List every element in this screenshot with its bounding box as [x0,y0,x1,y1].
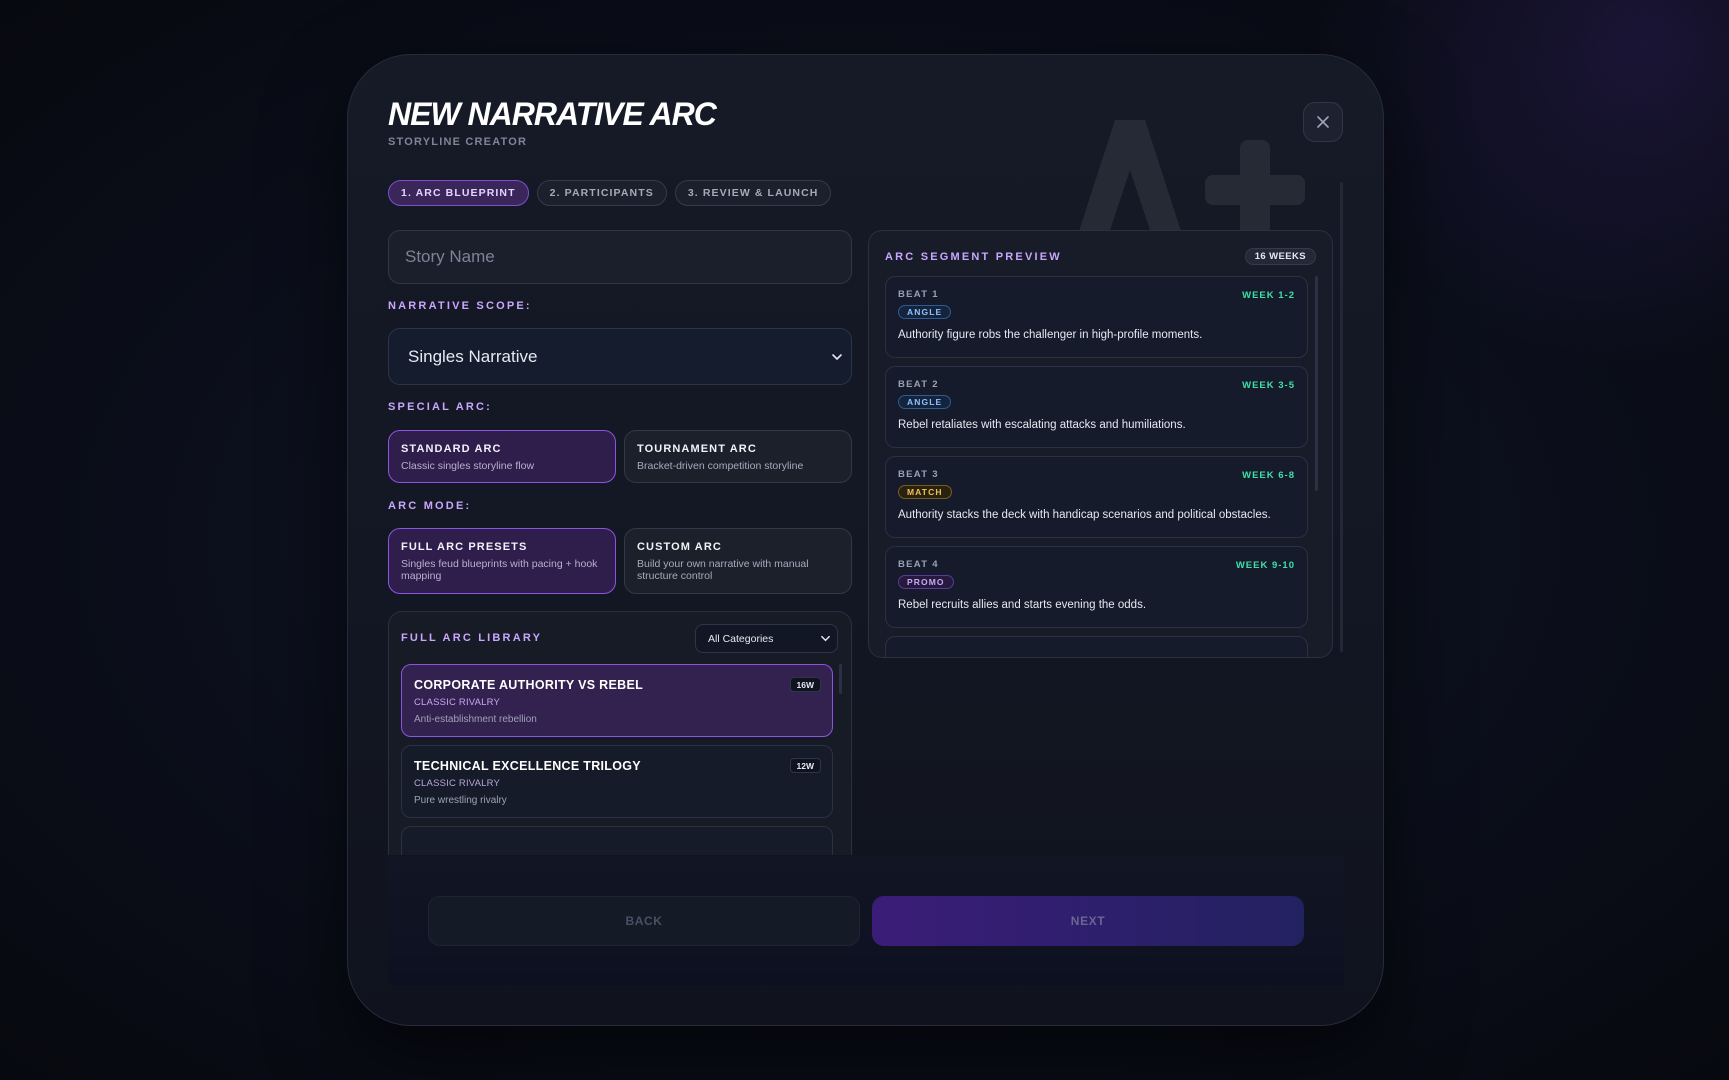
weeks-badge: 16W [789,677,821,692]
option-title: STANDARD ARC [401,443,502,455]
arc-category: CLASSIC RIVALRY [414,697,501,708]
beat-week: WEEK 1-2 [1242,290,1295,301]
option-desc: Classic singles storyline flow [401,460,535,472]
step-review-launch[interactable]: 3. REVIEW & LAUNCH [674,180,832,206]
beat-list: BEAT 1 WEEK 1-2 ANGLE Authority figure r… [885,276,1308,657]
arc-segment-preview-panel: ARC SEGMENT PREVIEW 16 WEEKS BEAT 1 WEEK… [868,230,1333,658]
beat-card: BEAT 4 WEEK 9-10 PROMO Rebel recruits al… [885,546,1308,628]
segment-tag: ANGLE [898,305,952,319]
arc-title: TECHNICAL EXCELLENCE TRILOGY [414,759,641,773]
preview-label: ARC SEGMENT PREVIEW [885,251,1062,263]
option-desc: Build your own narrative with manual str… [637,558,809,582]
duration-badge: 16 WEEKS [1244,248,1316,265]
segment-tag: ANGLE [898,395,952,409]
beat-card: BEAT 2 WEEK 3-5 ANGLE Rebel retaliates w… [885,366,1308,448]
step-participants[interactable]: 2. PARTICIPANTS [536,180,667,206]
arc-category: CLASSIC RIVALRY [414,778,501,789]
option-title: TOURNAMENT ARC [637,443,757,455]
list-item[interactable] [401,826,833,855]
beat-week: WEEK 3-5 [1242,380,1295,391]
step-arc-blueprint[interactable]: 1. ARC BLUEPRINT [388,180,529,206]
segment-tag: PROMO [898,575,954,589]
category-filter-select[interactable]: All Categories [695,624,838,653]
option-desc: Bracket-driven competition storyline [637,460,804,472]
narrative-scope-select[interactable]: Singles Narrative [388,328,852,385]
close-button[interactable] [1303,102,1343,142]
preview-scrollbar[interactable] [1315,276,1318,491]
next-button[interactable]: NEXT [872,896,1304,946]
beat-week: WEEK 9-10 [1235,560,1295,571]
close-icon [1317,116,1329,128]
list-item[interactable]: TECHNICAL EXCELLENCE TRILOGY CLASSIC RIV… [401,745,833,818]
library-scrollbar[interactable] [839,664,842,694]
narrative-scope-value: Singles Narrative [408,346,538,366]
list-item[interactable]: CORPORATE AUTHORITY VS REBEL CLASSIC RIV… [401,664,833,737]
beat-description: Authority figure robs the challenger in … [898,329,1203,341]
arc-library-panel: FULL ARC LIBRARY All Categories CORPORAT… [388,611,852,855]
weeks-badge: 12W [789,758,821,773]
wizard-steps: 1. ARC BLUEPRINT 2. PARTICIPANTS 3. REVI… [388,180,832,206]
tournament-arc-option[interactable]: TOURNAMENT ARC Bracket-driven competitio… [624,430,852,483]
arc-title: CORPORATE AUTHORITY VS REBEL [414,678,644,692]
standard-arc-option[interactable]: STANDARD ARC Classic singles storyline f… [388,430,616,483]
modal-subtitle: STORYLINE CREATOR [388,136,528,148]
modal-footer: BACK NEXT [388,857,1344,985]
narrative-scope-label: NARRATIVE SCOPE: [388,300,532,312]
option-desc: Singles feud blueprints with pacing + ho… [401,558,598,582]
arc-library-label: FULL ARC LIBRARY [401,632,543,644]
option-title: CUSTOM ARC [637,541,722,553]
special-arc-label: SPECIAL ARC: [388,401,493,413]
segment-tag: MATCH [898,485,952,499]
beat-number: BEAT 1 [898,289,939,300]
beat-number: BEAT 3 [898,469,939,480]
beat-description: Rebel retaliates with escalating attacks… [898,419,1186,431]
back-button[interactable]: BACK [428,896,860,946]
custom-arc-option[interactable]: CUSTOM ARC Build your own narrative with… [624,528,852,594]
beat-week: WEEK 6-8 [1242,470,1295,481]
full-arc-presets-option[interactable]: FULL ARC PRESETS Singles feud blueprints… [388,528,616,594]
beat-card: BEAT 3 WEEK 6-8 MATCH Authority stacks t… [885,456,1308,538]
modal-title: NEW NARRATIVE ARC [388,96,717,132]
beat-number: BEAT 2 [898,379,939,390]
chevron-down-icon [821,635,830,642]
beat-card [885,636,1308,657]
arc-description: Anti-establishment rebellion [414,714,537,725]
beat-card: BEAT 1 WEEK 1-2 ANGLE Authority figure r… [885,276,1308,358]
arc-library-list: CORPORATE AUTHORITY VS REBEL CLASSIC RIV… [401,664,833,855]
modal-scrollbar[interactable] [1340,182,1343,652]
category-filter-value: All Categories [708,632,774,645]
arc-mode-label: ARC MODE: [388,500,472,512]
story-name-input[interactable] [388,230,852,284]
option-title: FULL ARC PRESETS [401,541,528,553]
beat-description: Authority stacks the deck with handicap … [898,509,1271,521]
chevron-down-icon [832,353,842,360]
beat-description: Rebel recruits allies and starts evening… [898,599,1147,611]
arc-description: Pure wrestling rivalry [414,795,507,806]
